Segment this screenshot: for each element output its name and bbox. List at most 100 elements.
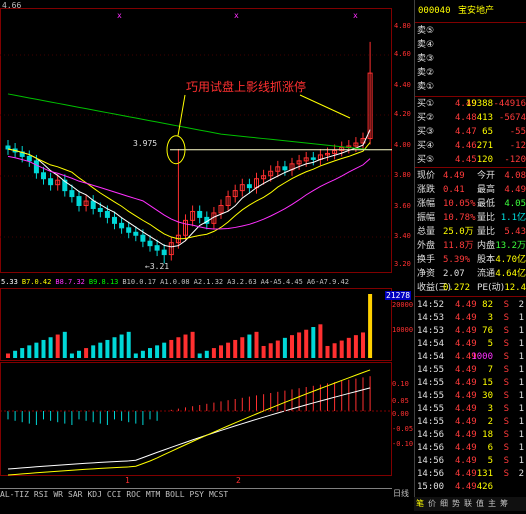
tick-volume: 5: [487, 456, 493, 466]
tick-price: 4.49: [455, 326, 477, 336]
tick-count: 1: [518, 339, 524, 349]
indicator-tab[interactable]: MCST: [209, 490, 228, 499]
quote-row[interactable]: 换手 5.39% 股本 4.70亿: [415, 253, 526, 267]
quote-value-2: 4.08: [504, 171, 526, 181]
ask-row[interactable]: 卖①: [415, 80, 526, 94]
quote-row[interactable]: 净资 2.07 流通 4.64亿: [415, 267, 526, 281]
tick-direction: S: [503, 300, 509, 310]
quote-label-2: 今开: [477, 171, 496, 181]
tick-direction: S: [503, 456, 509, 466]
tick-count: 1: [518, 430, 524, 440]
quote-row[interactable]: 外盘 11.8万 内盘 13.2万: [415, 239, 526, 253]
tick-time: 14:54: [417, 352, 445, 362]
bid-change: -55: [509, 127, 526, 137]
panel-tab[interactable]: 筹: [498, 497, 510, 511]
volume-bar: [297, 332, 302, 358]
price-axis: 4.80 4.60 4.40 4.20 4.00 3.80 3.60 3.40 3.20 2000…: [392, 0, 414, 511]
marker-x: x: [117, 11, 122, 20]
panel-tab[interactable]: 值: [474, 497, 486, 511]
quote-row[interactable]: 涨跌 0.41 最高 4.49: [415, 183, 526, 197]
volume-bar: [155, 345, 160, 358]
indicator-tab[interactable]: CCI: [107, 490, 121, 499]
volume-bar: [140, 350, 145, 358]
period-label[interactable]: 日线: [393, 488, 409, 499]
candle-body: [282, 166, 288, 171]
quote-label: 现价: [417, 171, 436, 181]
volume-bar: [98, 342, 103, 358]
quote-label-2: 最低: [477, 199, 496, 209]
tick-row[interactable]: 14:55 4.49 30 S 1: [415, 389, 526, 403]
tick-price: 4.49: [455, 443, 477, 453]
tick-row[interactable]: 15:00 4.49 426: [415, 480, 526, 494]
tick-row[interactable]: 14:55 4.49 15 S 1: [415, 376, 526, 390]
tick-row[interactable]: 14:54 4.49 5 S 1: [415, 337, 526, 351]
volume-max-label: 21278: [385, 291, 412, 300]
bid-row[interactable]: 买① 4.49 19388 -44916: [415, 97, 526, 111]
tick-row[interactable]: 14:56 4.49 18 S 1: [415, 428, 526, 442]
volume-bar: [34, 342, 39, 358]
tick-direction: S: [503, 430, 509, 440]
indicator-tab[interactable]: ROC: [126, 490, 140, 499]
date-mark-2: 2: [236, 476, 241, 485]
indicator-tab[interactable]: PSY: [190, 490, 204, 499]
bid-label: 买①: [417, 99, 435, 109]
panel-tab[interactable]: 主: [486, 497, 498, 511]
tick-row[interactable]: 14:52 4.49 82 S 2: [415, 298, 526, 312]
quote-label-2: 最高: [477, 185, 496, 195]
quote-label: 换手: [417, 255, 436, 265]
tick-row[interactable]: 14:56 4.49 5 S 1: [415, 454, 526, 468]
annotation-text: 巧用试盘上影线抓涨停: [186, 80, 307, 94]
bid-volume: 271: [476, 141, 493, 151]
indicator-tab[interactable]: KDJ: [87, 490, 101, 499]
tick-row[interactable]: 14:56 4.49 131 S 2: [415, 467, 526, 481]
tick-price: 4.49: [455, 456, 477, 466]
indicator-tab[interactable]: MTM: [146, 490, 160, 499]
tick-row[interactable]: 14:56 4.49 6 S 1: [415, 441, 526, 455]
volume-bar: [69, 353, 74, 358]
tick-price: 4.49: [455, 469, 477, 479]
ask-label: 卖⑤: [417, 26, 435, 36]
panel-tab[interactable]: 细: [438, 497, 450, 511]
quote-row[interactable]: 总量 25.0万 量比 5.43: [415, 225, 526, 239]
bid-row[interactable]: 买④ 4.46 271 -12: [415, 139, 526, 153]
ask-row[interactable]: 卖②: [415, 66, 526, 80]
ask-row[interactable]: 卖④: [415, 38, 526, 52]
tick-row[interactable]: 14:53 4.49 76 S 1: [415, 324, 526, 338]
bid-row[interactable]: 买② 4.48 413 -5674: [415, 111, 526, 125]
tick-row[interactable]: 14:55 4.49 3 S 1: [415, 402, 526, 416]
volume-bar: [261, 345, 266, 358]
indicator-tab[interactable]: SAR: [68, 490, 82, 499]
quote-row[interactable]: 收益(三) 0.272 PE(动) 12.4: [415, 281, 526, 295]
bid-price: 4.48: [455, 113, 477, 123]
panel-tab[interactable]: 价: [426, 497, 438, 511]
chart-area[interactable]: xxx: [0, 0, 392, 511]
indicator-tab[interactable]: RSI: [34, 490, 48, 499]
bid-volume: 19388: [465, 99, 493, 109]
panel-tab[interactable]: 势: [450, 497, 462, 511]
candle-body: [161, 249, 167, 256]
tick-row[interactable]: 14:55 4.49 7 S 1: [415, 363, 526, 377]
quote-label: 涨跌: [417, 185, 436, 195]
bid-row[interactable]: 买③ 4.47 65 -55: [415, 125, 526, 139]
tick-row[interactable]: 14:53 4.49 3 S 1: [415, 311, 526, 325]
tick-price: 4.49: [455, 417, 477, 427]
macd-tick: 0.00: [392, 410, 409, 418]
indicator-tab[interactable]: AL-TIZ: [0, 490, 29, 499]
panel-tab[interactable]: 联: [462, 497, 474, 511]
panel-tab[interactable]: 笔: [414, 497, 426, 511]
tick-row[interactable]: 14:54 4.49 1000 S 1: [415, 350, 526, 364]
tick-direction: S: [503, 339, 509, 349]
quote-row[interactable]: 涨幅 10.05% 最低 4.05: [415, 197, 526, 211]
indicator-tab[interactable]: WR: [53, 490, 63, 499]
quote-row[interactable]: 振幅 10.78% 量比 1.1亿: [415, 211, 526, 225]
ask-row[interactable]: 卖⑤: [415, 24, 526, 38]
candle-body: [97, 207, 103, 212]
bid-row[interactable]: 买⑤ 4.45 120 -120: [415, 153, 526, 167]
kline-chart[interactable]: xxx: [0, 0, 392, 511]
tick-row[interactable]: 14:55 4.49 2 S 1: [415, 415, 526, 429]
ask-row[interactable]: 卖③: [415, 52, 526, 66]
indicator-tab[interactable]: BOLL: [165, 490, 184, 499]
bid-volume: 120: [476, 155, 493, 165]
tick-direction: S: [503, 313, 509, 323]
quote-row[interactable]: 现价 4.49 今开 4.08: [415, 169, 526, 183]
